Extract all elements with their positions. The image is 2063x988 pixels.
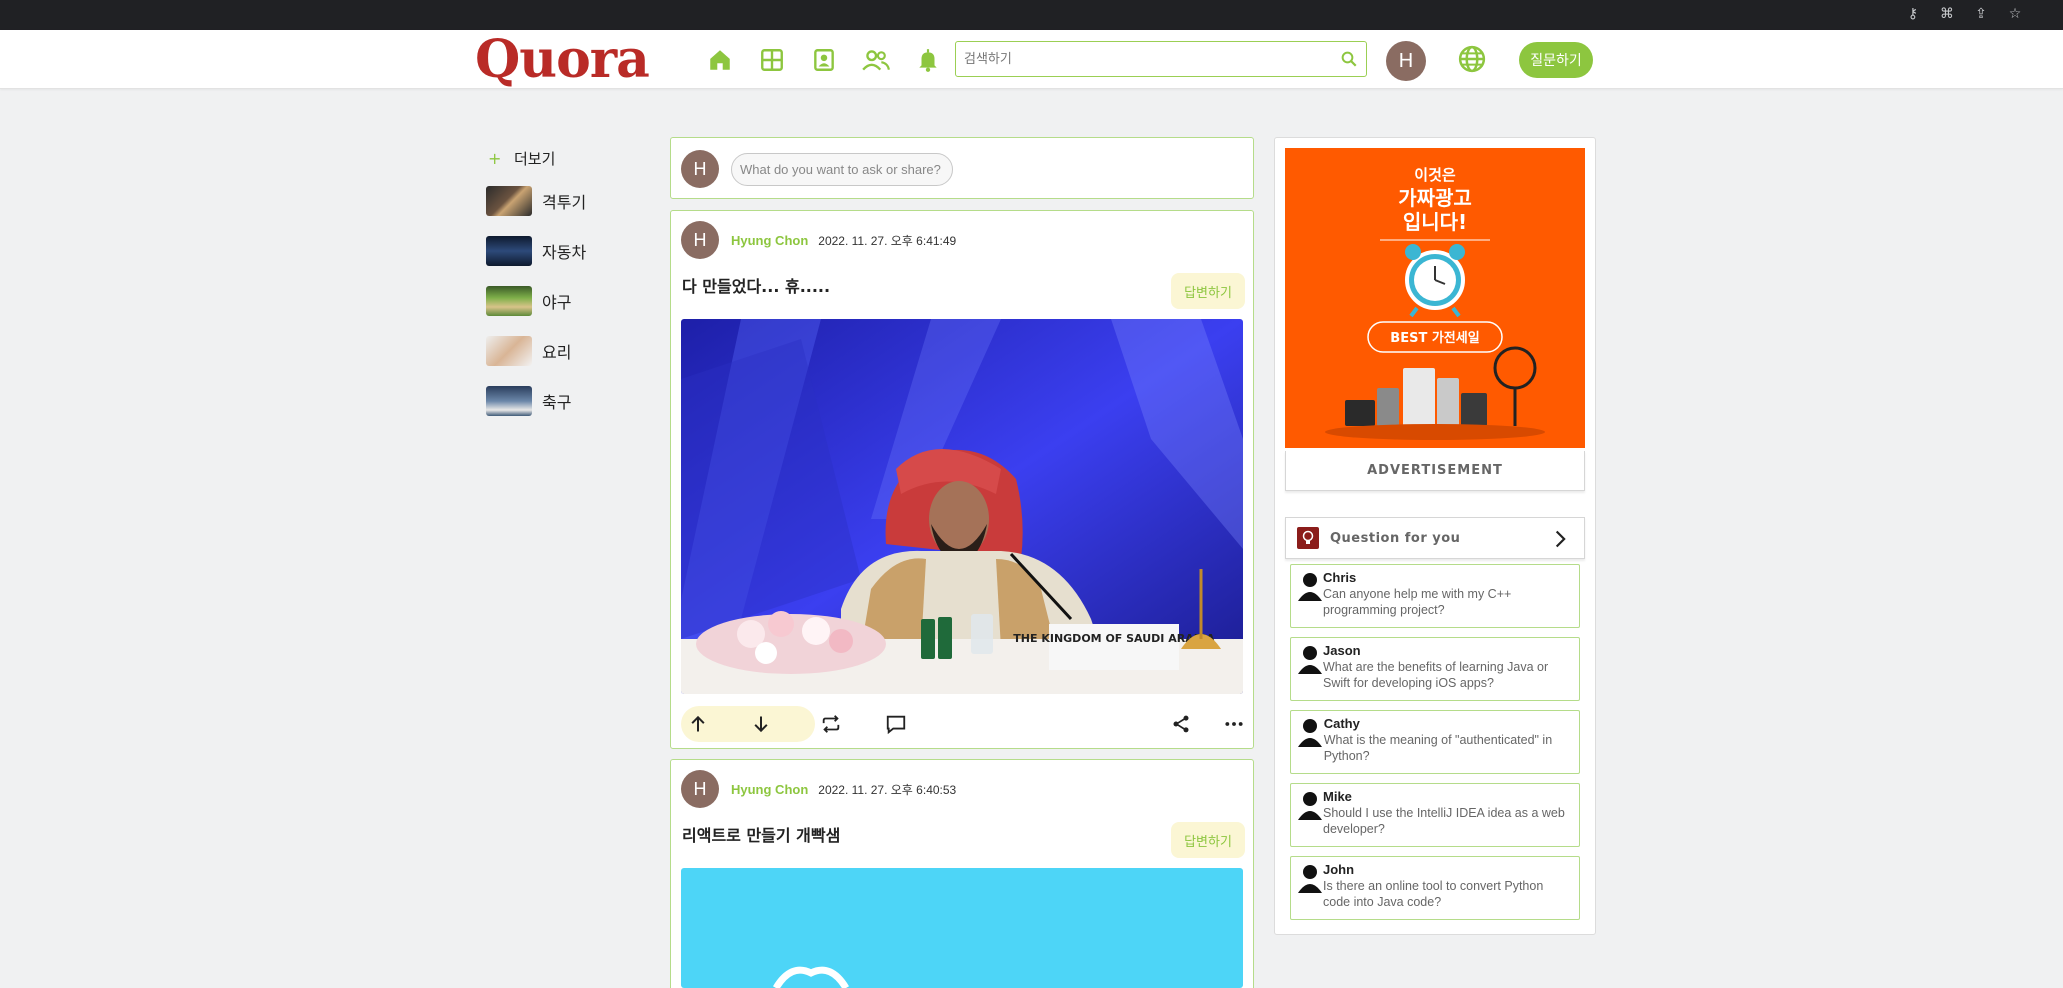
downvote-arrow-icon[interactable] [749, 712, 773, 736]
author-avatar[interactable]: H [681, 221, 719, 259]
search-box[interactable] [955, 41, 1367, 77]
sign-line-1: THE KINGDOM OF SAUDI ARABIA [1013, 632, 1215, 645]
post-timestamp: 2022. 11. 27. 오후 6:40:53 [818, 782, 957, 797]
ad-line-3: 입니다! [1402, 210, 1468, 234]
share-page-icon[interactable]: ⇪ [1973, 6, 1989, 22]
question-card[interactable]: Chris Can anyone help me with my C++ prog… [1290, 564, 1580, 628]
search-input[interactable] [964, 50, 1334, 68]
ask-question-button[interactable]: 질문하기 [1519, 42, 1593, 78]
question-author: Jason [1323, 643, 1361, 658]
person-silhouette-icon [1291, 565, 1323, 627]
top-navbar: Quora H 질문하기 [0, 30, 2063, 89]
question-text[interactable]: Can anyone help me with my C++ programmi… [1323, 586, 1571, 618]
bookmark-star-icon[interactable]: ☆ [2007, 6, 2023, 22]
topic-label: 요리 [542, 343, 572, 362]
sidebar-item-topic[interactable]: 야구 [486, 276, 656, 326]
chevron-right-icon[interactable] [1550, 529, 1570, 553]
browser-toolbar: ⚷ ⌘ ⇪ ☆ [0, 0, 2063, 30]
ad-badge-text: BEST 가전세일 [1390, 331, 1480, 346]
search-icon[interactable] [1340, 50, 1358, 72]
post-header: H Hyung Chon 2022. 11. 27. 오후 6:40:53 [681, 770, 956, 808]
question-card[interactable]: Jason What are the benefits of learning J… [1290, 637, 1580, 701]
quora-logo[interactable]: Quora [475, 32, 650, 88]
notifications-bell-icon[interactable] [912, 44, 944, 76]
sidebar-item-topic[interactable]: 축구 [486, 376, 656, 426]
user-avatar[interactable]: H [1386, 41, 1426, 81]
sidebar-item-topic[interactable]: 격투기 [486, 176, 656, 226]
author-name[interactable]: Hyung Chon [731, 233, 808, 248]
topic-label: 자동차 [542, 243, 587, 262]
question-author: Mike [1323, 789, 1352, 804]
ad-line-2: 가짜광고 [1398, 186, 1472, 210]
more-label: 더보기 [514, 149, 556, 168]
post-header: H Hyung Chon 2022. 11. 27. 오후 6:41:49 [681, 221, 956, 259]
question-text[interactable]: Should I use the IntelliJ IDEA idea as a… [1323, 805, 1571, 837]
ask-box: H What do you want to ask or share? [670, 137, 1254, 199]
spaces-grid-icon[interactable] [756, 44, 788, 76]
topic-thumbnail [486, 236, 532, 266]
topic-thumbnail [486, 286, 532, 316]
question-author: John [1323, 862, 1355, 877]
right-column: 이것은 가짜광고 입니다! BEST 가전세일 ADVERTISEMENT Qu… [1274, 137, 1596, 935]
sidebar-item-topic[interactable]: 요리 [486, 326, 656, 376]
topic-label: 축구 [542, 393, 572, 412]
lightbulb-icon [1297, 527, 1319, 549]
question-card[interactable]: Mike Should I use the IntelliJ IDEA idea … [1290, 783, 1580, 847]
plus-icon: + [488, 148, 502, 168]
language-globe-icon[interactable] [1457, 44, 1487, 78]
post-image: THE KINGDOM OF SAUDI ARABIA [681, 319, 1243, 694]
share-repost-icon[interactable] [819, 712, 843, 736]
question-text[interactable]: What are the benefits of learning Java o… [1323, 659, 1571, 691]
topic-thumbnail [486, 386, 532, 416]
translate-icon[interactable]: ⌘ [1939, 6, 1955, 22]
person-silhouette-icon [1291, 784, 1323, 846]
person-silhouette-icon [1291, 857, 1323, 919]
more-topics-link[interactable]: + 더보기 [486, 140, 656, 176]
person-silhouette-icon [1291, 711, 1324, 773]
author-name[interactable]: Hyung Chon [731, 782, 808, 797]
advertisement-label: ADVERTISEMENT [1285, 451, 1585, 491]
share-icon[interactable] [1169, 712, 1193, 736]
question-for-you-header[interactable]: Question for you [1285, 517, 1585, 559]
ad-line-1: 이것은 [1414, 166, 1456, 184]
profile-card-icon[interactable] [808, 44, 840, 76]
author-avatar[interactable]: H [681, 770, 719, 808]
post-actions-bar [681, 706, 1243, 742]
question-author: Chris [1323, 570, 1357, 585]
home-icon[interactable] [704, 44, 736, 76]
people-icon[interactable] [860, 44, 892, 76]
post-card: H Hyung Chon 2022. 11. 27. 오후 6:40:53 리액… [670, 759, 1254, 988]
comment-icon[interactable] [884, 712, 908, 736]
post-title[interactable]: 리액트로 만들기 개빡샘 [682, 822, 840, 846]
ask-input[interactable]: What do you want to ask or share? [731, 153, 953, 186]
post-timestamp: 2022. 11. 27. 오후 6:41:49 [818, 233, 957, 248]
answer-button[interactable]: 답변하기 [1171, 273, 1245, 309]
key-icon[interactable]: ⚷ [1905, 6, 1921, 22]
more-options-icon[interactable] [1222, 712, 1246, 736]
user-avatar[interactable]: H [681, 150, 719, 188]
question-card[interactable]: Cathy What is the meaning of "authenticat… [1290, 710, 1580, 774]
answer-button[interactable]: 답변하기 [1171, 822, 1245, 858]
sidebar-item-topic[interactable]: 자동차 [486, 226, 656, 276]
topic-thumbnail [486, 186, 532, 216]
topic-thumbnail [486, 336, 532, 366]
post-title[interactable]: 다 만들었다... 휴..... [682, 273, 830, 297]
question-author: Cathy [1323, 716, 1360, 731]
advertisement-banner[interactable]: 이것은 가짜광고 입니다! BEST 가전세일 [1285, 148, 1585, 448]
post-card: H Hyung Chon 2022. 11. 27. 오후 6:41:49 다 … [670, 210, 1254, 749]
question-card[interactable]: John Is there an online tool to convert P… [1290, 856, 1580, 920]
question-for-you-title: Question for you [1330, 530, 1461, 546]
topic-label: 야구 [542, 293, 572, 312]
post-image [681, 868, 1243, 988]
topic-label: 격투기 [542, 193, 587, 212]
question-text[interactable]: Is there an online tool to convert Pytho… [1323, 878, 1571, 910]
upvote-arrow-icon[interactable] [686, 712, 710, 736]
person-silhouette-icon [1291, 638, 1323, 700]
question-text[interactable]: What is the meaning of "authenticated" i… [1324, 732, 1571, 764]
topics-sidebar: + 더보기 격투기 자동차 야구 요리 축구 [486, 140, 656, 426]
